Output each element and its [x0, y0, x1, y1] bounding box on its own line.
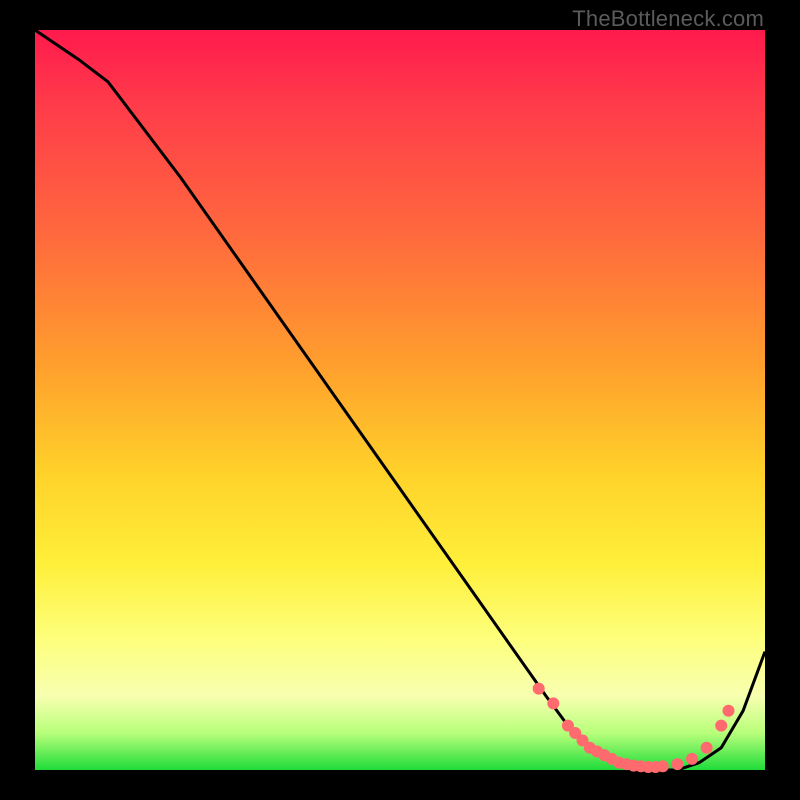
frame: TheBottleneck.com	[0, 0, 800, 800]
fit-marker	[716, 720, 727, 731]
fit-marker	[548, 698, 559, 709]
fit-marker	[701, 742, 712, 753]
watermark-text: TheBottleneck.com	[572, 6, 764, 32]
bottleneck-curve	[35, 30, 765, 770]
fit-marker	[533, 683, 544, 694]
fit-marker	[672, 759, 683, 770]
chart-svg	[35, 30, 765, 770]
fit-marker	[723, 705, 734, 716]
fit-marker	[687, 753, 698, 764]
chart-plot-area	[35, 30, 765, 770]
fit-marker	[657, 761, 668, 772]
